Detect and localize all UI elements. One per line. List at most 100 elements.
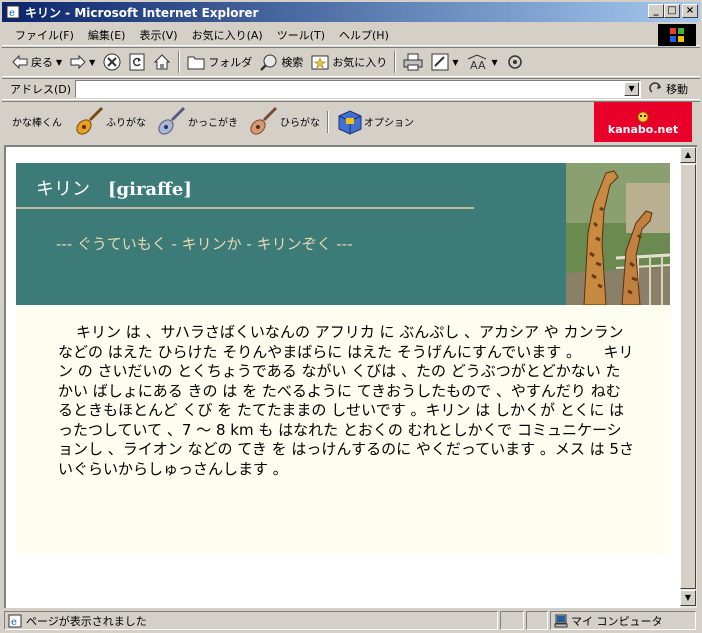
page-content[interactable]: キリン [giraffe] --- ぐうていもく - キリンか - キリンぞく -… [4,145,682,608]
address-input[interactable]: ▼ [75,80,642,98]
kanabo-mascot-icon [637,111,649,122]
favorites-button[interactable]: お気に入り [307,49,391,75]
title-divider [16,207,474,209]
maximize-button[interactable]: □ [664,4,680,18]
forward-button[interactable]: ▼ [66,49,99,75]
back-dropdown-icon[interactable]: ▼ [56,58,62,67]
svg-text:A: A [470,59,478,71]
search-icon [260,54,277,71]
furigana-label: ふりがな [106,118,146,129]
menu-favorites[interactable]: お気に入り(A) [185,25,270,45]
favorites-label: お気に入り [332,56,388,69]
ie-page-icon: e [5,4,21,20]
guitar-icon [76,106,104,135]
standard-toolbar: 戻る ▼ ▼ フォルダ 検索 お気に入り ▼ A A ▼ [2,47,700,77]
back-button[interactable]: 戻る ▼ [8,49,66,75]
menu-view[interactable]: 表示(V) [132,25,184,45]
folders-button[interactable]: フォルダ [183,49,256,75]
zone-text: マイ コンピュータ [571,614,663,628]
guitar-icon [250,106,278,135]
body-text: キリン は 、サハラさばくいなんの アフリカ に ぶんぷし 、アカシア や カン… [58,323,634,478]
discuss-dropdown-icon[interactable]: ▼ [491,58,497,67]
status-cell [526,611,548,630]
scroll-down-icon[interactable]: ▼ [680,590,696,606]
close-button[interactable]: × [682,4,698,18]
kanabo-label: かな棒くん [12,118,62,129]
home-icon [154,54,171,70]
status-bar: e ページが表示されました マイ コンピュータ [2,610,700,631]
furigana-button[interactable]: ふりがな [68,103,150,141]
window-title: キリン - Microsoft Internet Explorer [25,5,259,20]
edit-page-icon [431,53,449,71]
page-subtitle: --- ぐうていもく - キリンか - キリンぞく --- [56,235,353,253]
my-computer-icon [554,614,568,627]
edit-button[interactable]: ▼ [427,49,462,75]
printer-icon [403,53,423,71]
toolbar-separator [394,51,397,73]
search-button[interactable]: 検索 [256,49,307,75]
page-title: キリン [giraffe] [36,175,192,201]
status-main: e ページが表示されました [4,611,498,630]
menu-edit[interactable]: 編集(E) [81,25,133,45]
scroll-thumb[interactable] [680,164,696,589]
menu-help[interactable]: ヘルプ(H) [332,25,396,45]
vertical-scrollbar[interactable]: ▲ ▼ [680,145,697,608]
hiragana-button[interactable]: ひらがな [242,103,324,141]
kakkogaki-button[interactable]: かっこがき [150,103,242,141]
menu-file[interactable]: ファイル(F) [8,25,81,45]
options-label: オプション [364,118,414,129]
page-title-en: [giraffe] [108,179,192,200]
back-arrow-icon [12,55,28,69]
stop-icon [103,53,121,71]
discuss-icon: AA [468,54,487,71]
kanabo-toolbar: かな棒くん ふりがな かっこがき ひらがな オプション kanabo.net [2,101,700,142]
kakkogaki-label: かっこがき [188,118,238,129]
kanabo-logo-text: kanabo.net [607,122,679,136]
page-title-ja: キリン [36,179,90,200]
forward-arrow-icon [70,55,86,69]
title-bar[interactable]: e キリン - Microsoft Internet Explorer _ □ … [2,2,700,22]
giraffe-photo [566,163,670,305]
svg-text:A: A [478,59,486,71]
security-zone: マイ コンピュータ [550,611,696,630]
print-button[interactable] [399,49,427,75]
home-button[interactable] [149,49,175,75]
svg-text:e: e [11,617,17,628]
folders-label: フォルダ [208,56,253,69]
address-bar: アドレス(D) ▼ 移動 [2,78,700,100]
go-button[interactable]: 移動 [649,81,688,97]
toolbar-separator [178,51,181,73]
options-button[interactable]: オプション [332,103,418,141]
folder-icon [187,56,205,70]
kanabo-logo[interactable]: kanabo.net [594,102,692,142]
search-label: 検索 [281,56,304,69]
edit-dropdown-icon[interactable]: ▼ [452,58,458,67]
go-label: 移動 [666,83,689,96]
status-cell [500,611,524,630]
address-dropdown-icon[interactable]: ▼ [624,82,640,96]
menu-tools[interactable]: ツール(T) [270,25,332,45]
go-arrow-icon [649,82,662,93]
back-label: 戻る [31,56,53,69]
svg-text:e: e [9,8,15,19]
guitar-icon [158,106,186,135]
page-header: キリン [giraffe] --- ぐうていもく - キリンか - キリンぞく -… [16,163,670,305]
messenger-icon [507,55,522,69]
favorites-icon [311,55,329,70]
refresh-button[interactable] [125,49,149,75]
discuss-button[interactable]: AA ▼ [462,49,501,75]
scroll-up-icon[interactable]: ▲ [680,147,696,163]
status-text: ページが表示されました [26,614,147,628]
toolbar-separator [327,110,329,133]
windows-logo-icon [658,24,696,46]
messenger-button[interactable] [502,49,528,75]
menu-bar: ファイル(F) 編集(E) 表示(V) お気に入り(A) ツール(T) ヘルプ(… [2,24,700,46]
minimize-button[interactable]: _ [648,4,664,18]
page-body: キリン は 、サハラさばくいなんの アフリカ に ぶんぷし 、アカシア や カン… [16,305,670,555]
forward-dropdown-icon[interactable]: ▼ [89,58,95,67]
browser-window: e キリン - Microsoft Internet Explorer _ □ … [0,0,702,633]
page-done-icon: e [8,614,22,628]
hiragana-label: ひらがな [280,118,320,129]
address-label: アドレス(D) [10,83,72,96]
stop-button[interactable] [99,49,125,75]
